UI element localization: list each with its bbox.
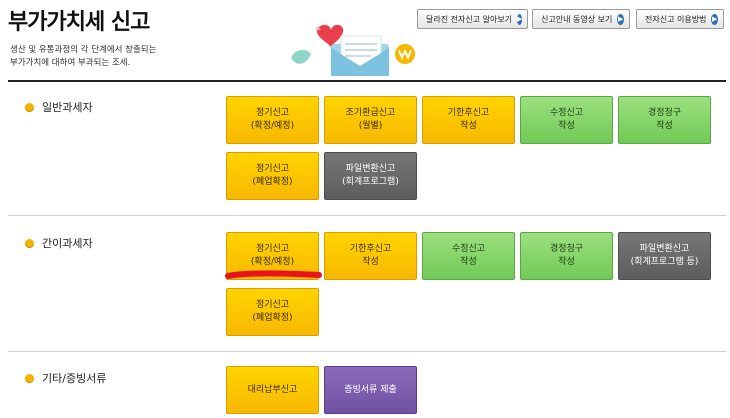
general-amended-filing-button[interactable]: 수정신고 작성: [520, 96, 613, 144]
tile-line1: 기한후신고: [447, 108, 490, 118]
title-divider: [8, 80, 726, 82]
general-correction-claim-button[interactable]: 경정청구 작성: [618, 96, 711, 144]
section-label: 기타/증빙서류: [42, 372, 107, 385]
tile-line1: 정기신고: [255, 300, 290, 310]
tile-line1: 정기신고: [255, 244, 290, 254]
bullet-icon: [25, 102, 34, 112]
general-late-filing-button[interactable]: 기한후신고 작성: [422, 96, 515, 144]
tile-line2: 작성: [460, 257, 477, 267]
tile-line1: 정기신고: [255, 108, 290, 118]
general-early-refund-filing-button[interactable]: 조기환급신고 (월별): [324, 96, 417, 144]
section-divider: [8, 215, 726, 216]
general-regular-filing-button[interactable]: 정기신고 (확정/예정): [226, 96, 319, 144]
tile-line2: (폐업확정): [252, 313, 293, 323]
simplified-amended-filing-button[interactable]: 수정신고 작성: [422, 232, 515, 280]
filing-video-guide-label: 신고안내 동영상 보기: [541, 14, 613, 24]
simplified-closure-filing-button[interactable]: 정기신고 (폐업확정): [226, 288, 319, 336]
filing-video-guide-button[interactable]: 신고안내 동영상 보기 ▶: [532, 9, 630, 29]
section-divider: [8, 351, 726, 352]
tile-line2: (회계프로그램): [342, 177, 399, 187]
arrow-right-icon: ▶: [517, 13, 523, 25]
simplified-file-conversion-button[interactable]: 파일변환신고 (회계프로그램 등): [618, 232, 711, 280]
tile-line2: 작성: [362, 257, 379, 267]
proxy-payment-filing-button[interactable]: 대리납부신고: [226, 366, 319, 414]
section-other-documents: 기타/증빙서류: [25, 370, 106, 386]
simplified-correction-claim-button[interactable]: 경정청구 작성: [520, 232, 613, 280]
tile-line2: (폐업확정): [252, 177, 293, 187]
submit-supporting-documents-button[interactable]: 증빙서류 제출: [324, 366, 417, 414]
bullet-icon: [25, 373, 34, 383]
tile-line1: 정기신고: [255, 164, 290, 174]
page-description: 생산 및 유통과정의 각 단계에서 창출되는 부가가치에 대하여 부과되는 조세…: [10, 45, 157, 68]
tile-line1: 증빙서류 제출: [344, 384, 397, 395]
tile-line2: (확정/예정): [250, 121, 295, 131]
leaf-icon: [291, 49, 311, 64]
tile-line1: 대리납부신고: [247, 384, 298, 395]
tile-line2: 작성: [656, 121, 673, 131]
page-title: 부가가치세 신고: [8, 10, 150, 35]
efiling-howto-button[interactable]: 전자신고 이용방법 ▶: [636, 9, 724, 29]
tax-envelope-illustration: [291, 24, 415, 76]
tile-line2: (회계프로그램 등): [630, 257, 699, 267]
tile-line2: 작성: [558, 257, 575, 267]
red-highlight-annotation: [225, 270, 322, 279]
tile-line1: 파일변환신고: [345, 164, 396, 174]
tile-line1: 기한후신고: [349, 244, 392, 254]
arrow-right-icon: ▶: [617, 13, 624, 25]
simplified-late-filing-button[interactable]: 기한후신고 작성: [324, 232, 417, 280]
whats-new-efiling-label: 달라진 전자신고 알아보기: [426, 14, 513, 24]
section-label: 간이과세자: [42, 237, 93, 250]
tile-line2: (월별): [358, 121, 383, 131]
tile-line1: 조기환급신고: [345, 108, 396, 118]
arrow-right-icon: ▶: [711, 13, 718, 25]
section-label: 일반과세자: [42, 101, 93, 114]
section-general-taxpayer: 일반과세자: [25, 99, 93, 115]
tile-line2: 작성: [558, 121, 575, 131]
tile-line1: 경정청구: [549, 244, 584, 254]
tile-line1: 경정청구: [647, 108, 682, 118]
section-simplified-taxpayer: 간이과세자: [25, 235, 93, 251]
general-closure-filing-button[interactable]: 정기신고 (폐업확정): [226, 152, 319, 200]
tile-line2: 작성: [460, 121, 477, 131]
whats-new-efiling-button[interactable]: 달라진 전자신고 알아보기 ▶: [417, 9, 528, 29]
general-file-conversion-button[interactable]: 파일변환신고 (회계프로그램): [324, 152, 417, 200]
tile-line1: 파일변환신고: [639, 244, 690, 254]
tile-line1: 수정신고: [451, 244, 486, 254]
efiling-howto-label: 전자신고 이용방법: [645, 14, 707, 24]
tile-line1: 수정신고: [549, 108, 584, 118]
bullet-icon: [25, 238, 34, 248]
tile-line2: (확정/예정): [250, 257, 295, 267]
